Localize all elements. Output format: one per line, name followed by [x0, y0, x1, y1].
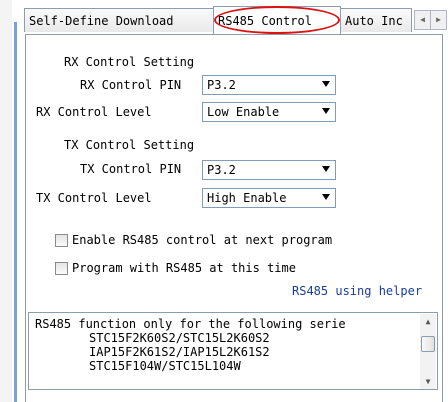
- tab-self-define-download[interactable]: Self-Define Download: [24, 8, 214, 32]
- info-textbox[interactable]: RS485 function only for the following se…: [28, 312, 438, 390]
- chevron-right-icon[interactable]: ▶: [430, 10, 447, 30]
- program-with-label[interactable]: Program with RS485 at this time: [72, 261, 296, 275]
- rx-pin-label: RX Control PIN: [80, 78, 182, 92]
- info-line: IAP15F2K61S2/IAP15L2K61S2: [89, 345, 270, 359]
- enable-next-label[interactable]: Enable RS485 control at next program: [72, 233, 332, 247]
- chevron-down-icon: [322, 166, 330, 172]
- rx-pin-select[interactable]: P3.2: [202, 75, 336, 95]
- tx-level-label: TX Control Level: [36, 191, 152, 205]
- rx-level-label: RX Control Level: [36, 105, 152, 119]
- info-line: STC15F2K60S2/STC15L2K60S2: [89, 331, 270, 345]
- rx-level-select[interactable]: Low Enable: [202, 102, 336, 122]
- info-line: STC15F104W/STC15L104W: [89, 359, 241, 373]
- tx-pin-label: TX Control PIN: [80, 162, 182, 176]
- tx-level-value: High Enable: [207, 191, 287, 205]
- rx-group-title: RX Control Setting: [64, 55, 195, 69]
- tx-pin-value: P3.2: [207, 163, 236, 177]
- rx-pin-value: P3.2: [207, 78, 236, 92]
- enable-next-checkbox[interactable]: [55, 234, 68, 247]
- tx-group-title: TX Control Setting: [64, 138, 195, 152]
- rs485-helper-link[interactable]: RS485 using helper: [292, 284, 442, 298]
- left-divider: [14, 22, 17, 402]
- program-with-checkbox[interactable]: [55, 262, 68, 275]
- scroll-thumb[interactable]: [421, 336, 435, 352]
- scroll-down-icon[interactable]: ▼: [420, 374, 436, 389]
- rx-level-value: Low Enable: [207, 105, 280, 119]
- chevron-down-icon: [322, 108, 330, 114]
- scroll-up-icon[interactable]: ▲: [420, 314, 436, 330]
- tx-level-select[interactable]: High Enable: [202, 188, 336, 208]
- info-scrollbar[interactable]: ▲ ▼: [420, 314, 436, 389]
- tab-auto-inc[interactable]: Auto Inc: [340, 8, 412, 32]
- chevron-down-icon: [322, 194, 330, 200]
- chevron-down-icon: [322, 81, 330, 87]
- window-left-strip: [0, 0, 12, 402]
- tx-pin-select[interactable]: P3.2: [202, 160, 336, 180]
- tab-rs485-control[interactable]: RS485 Control: [213, 6, 341, 34]
- info-line: RS485 function only for the following se…: [35, 317, 346, 331]
- chevron-left-icon[interactable]: ◀: [414, 10, 431, 30]
